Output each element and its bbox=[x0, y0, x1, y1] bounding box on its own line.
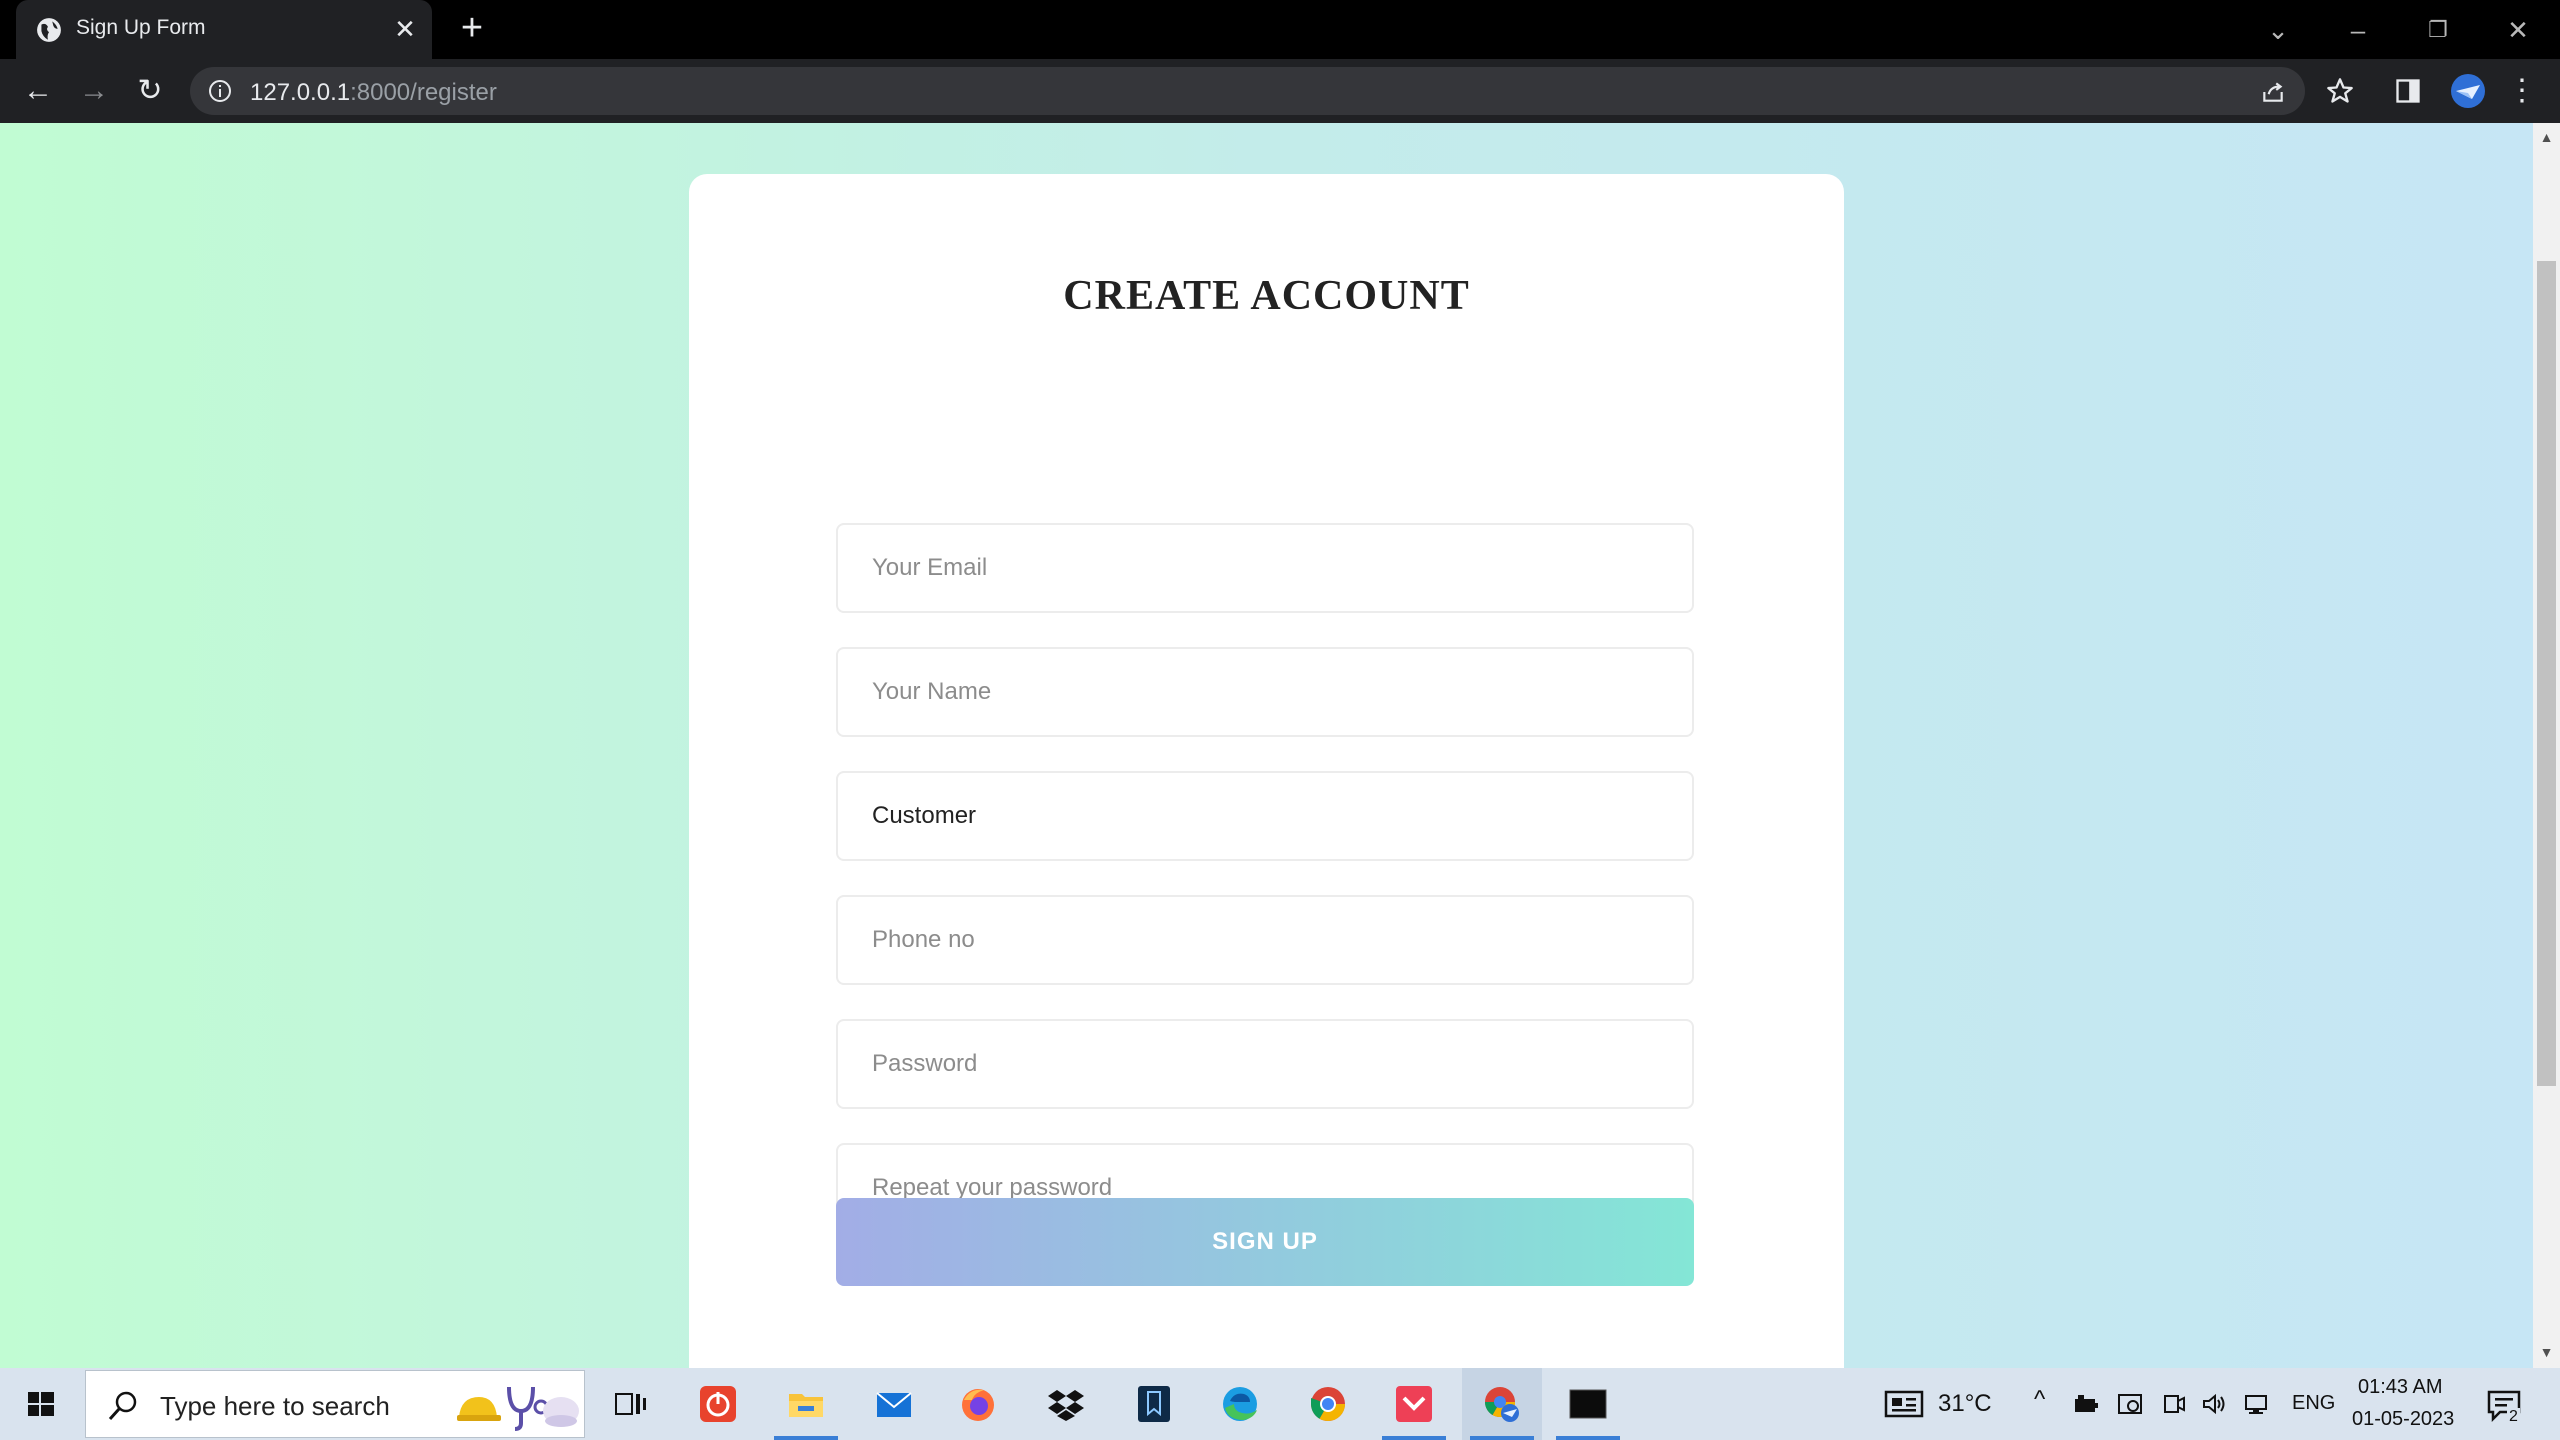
show-hidden-icons-chevron-icon[interactable]: ^ bbox=[2034, 1386, 2045, 1414]
windows-start-icon[interactable] bbox=[0, 1368, 84, 1440]
url-text: 127.0.0.1:8000/register bbox=[250, 79, 497, 107]
minimize-icon[interactable]: – bbox=[2338, 10, 2378, 50]
battery-icon[interactable] bbox=[2072, 1390, 2100, 1418]
scroll-up-arrow-icon[interactable]: ▲ bbox=[2533, 129, 2560, 149]
browser-tab-strip: Sign Up Form ✕ + ⌄ – ❐ ✕ bbox=[0, 0, 2560, 59]
signup-form-card: CREATE ACCOUNT SIGN UP bbox=[689, 174, 1844, 1368]
task-view-icon bbox=[615, 1393, 646, 1415]
dark-bookmark-app-icon bbox=[1138, 1386, 1170, 1422]
red-power-app-icon bbox=[700, 1386, 736, 1422]
address-bar[interactable]: 127.0.0.1:8000/register bbox=[190, 67, 2305, 115]
weather-temperature[interactable]: 31°C bbox=[1938, 1390, 1992, 1418]
news-widget-icon[interactable] bbox=[1884, 1388, 1924, 1420]
tab-close-icon[interactable]: ✕ bbox=[392, 16, 418, 42]
url-path: :8000/register bbox=[350, 79, 497, 106]
taskbar-app-chrome[interactable] bbox=[1288, 1368, 1368, 1440]
meet-camera-icon[interactable] bbox=[2160, 1390, 2188, 1418]
phone-field[interactable] bbox=[836, 895, 1694, 985]
browser-tab[interactable]: Sign Up Form ✕ bbox=[16, 0, 432, 59]
taskbar-app-dropbox[interactable] bbox=[1026, 1368, 1106, 1440]
firefox-icon bbox=[962, 1389, 994, 1421]
active-indicator bbox=[1470, 1436, 1534, 1440]
taskbar-app-mail[interactable] bbox=[854, 1368, 934, 1440]
search-highlight-illustration-icon bbox=[457, 1386, 579, 1431]
clock-time[interactable]: 01:43 AM bbox=[2358, 1376, 2443, 1399]
password-field[interactable] bbox=[836, 1019, 1694, 1109]
restore-icon[interactable]: ❐ bbox=[2418, 10, 2458, 50]
reload-icon[interactable]: ↻ bbox=[130, 71, 170, 111]
back-arrow-icon[interactable]: ← bbox=[18, 71, 58, 111]
sync-window-icon[interactable] bbox=[2116, 1390, 2144, 1418]
mail-icon bbox=[876, 1392, 912, 1417]
taskbar-app-edge[interactable] bbox=[1200, 1368, 1280, 1440]
taskbar-app-file-explorer[interactable] bbox=[766, 1368, 846, 1440]
taskbar-app-firefox[interactable] bbox=[938, 1368, 1018, 1440]
chrome-icon bbox=[1311, 1387, 1345, 1421]
site-info-icon[interactable] bbox=[208, 79, 232, 103]
browser-toolbar: ← → ↻ 127.0.0.1:8000/register ⋮ bbox=[0, 59, 2560, 123]
active-indicator bbox=[774, 1436, 838, 1440]
forward-arrow-icon[interactable]: → bbox=[74, 71, 114, 111]
tab-title: Sign Up Form bbox=[76, 16, 206, 39]
url-host: 127.0.0.1 bbox=[250, 79, 351, 106]
chrome-profile-icon bbox=[1485, 1387, 1519, 1422]
screen: Sign Up Form ✕ + ⌄ – ❐ ✕ ← → ↻ 127.0.0.1… bbox=[0, 0, 2560, 1440]
taskbar-app-pocket[interactable] bbox=[1374, 1368, 1454, 1440]
role-field[interactable] bbox=[836, 771, 1694, 861]
taskbar-app-bookmark[interactable] bbox=[1114, 1368, 1194, 1440]
close-window-icon[interactable]: ✕ bbox=[2498, 10, 2538, 50]
taskbar-app-power[interactable] bbox=[678, 1368, 758, 1440]
taskbar-app-terminal[interactable] bbox=[1548, 1368, 1628, 1440]
taskbar-search-box[interactable]: Type here to search bbox=[85, 1370, 585, 1438]
page-title: CREATE ACCOUNT bbox=[1063, 273, 1470, 319]
network-icon[interactable] bbox=[2242, 1390, 2270, 1418]
terminal-icon bbox=[1569, 1389, 1607, 1419]
input-language[interactable]: ENG bbox=[2292, 1392, 2335, 1415]
menu-dots-icon[interactable]: ⋮ bbox=[2502, 71, 2542, 111]
profile-avatar-icon[interactable] bbox=[2450, 73, 2486, 109]
tab-search-chevron-icon[interactable]: ⌄ bbox=[2258, 10, 2298, 50]
dropbox-icon bbox=[1048, 1390, 1084, 1421]
windows-taskbar: Type here to search 31°C ^ ENG 01:43 AM … bbox=[0, 1368, 2560, 1440]
email-field[interactable] bbox=[836, 523, 1694, 613]
red-check-app-icon bbox=[1396, 1386, 1432, 1422]
edge-icon bbox=[1223, 1387, 1257, 1421]
clock-date[interactable]: 01-05-2023 bbox=[2352, 1408, 2454, 1431]
folder-icon bbox=[789, 1394, 823, 1417]
bookmark-star-icon[interactable] bbox=[2326, 77, 2354, 105]
search-icon bbox=[108, 1391, 137, 1421]
active-indicator bbox=[1382, 1436, 1446, 1440]
side-panel-icon[interactable] bbox=[2394, 77, 2422, 105]
volume-icon[interactable] bbox=[2200, 1390, 2228, 1418]
new-tab-button[interactable]: + bbox=[455, 9, 489, 47]
scroll-down-arrow-icon[interactable]: ▼ bbox=[2533, 1344, 2560, 1364]
search-placeholder: Type here to search bbox=[160, 1391, 390, 1421]
share-icon[interactable] bbox=[2260, 79, 2286, 105]
name-field[interactable] bbox=[836, 647, 1694, 737]
sign-up-button[interactable]: SIGN UP bbox=[836, 1198, 1694, 1286]
page-viewport: CREATE ACCOUNT SIGN UP bbox=[0, 123, 2533, 1368]
notification-count-badge: 2 bbox=[2507, 1408, 2520, 1426]
taskbar-app-chrome-profile[interactable] bbox=[1462, 1368, 1542, 1440]
task-view-button[interactable] bbox=[590, 1368, 670, 1440]
scroll-thumb[interactable] bbox=[2537, 261, 2556, 1086]
active-indicator bbox=[1556, 1436, 1620, 1440]
page-scrollbar[interactable]: ▲ ▼ bbox=[2533, 123, 2560, 1368]
globe-icon bbox=[37, 18, 61, 42]
